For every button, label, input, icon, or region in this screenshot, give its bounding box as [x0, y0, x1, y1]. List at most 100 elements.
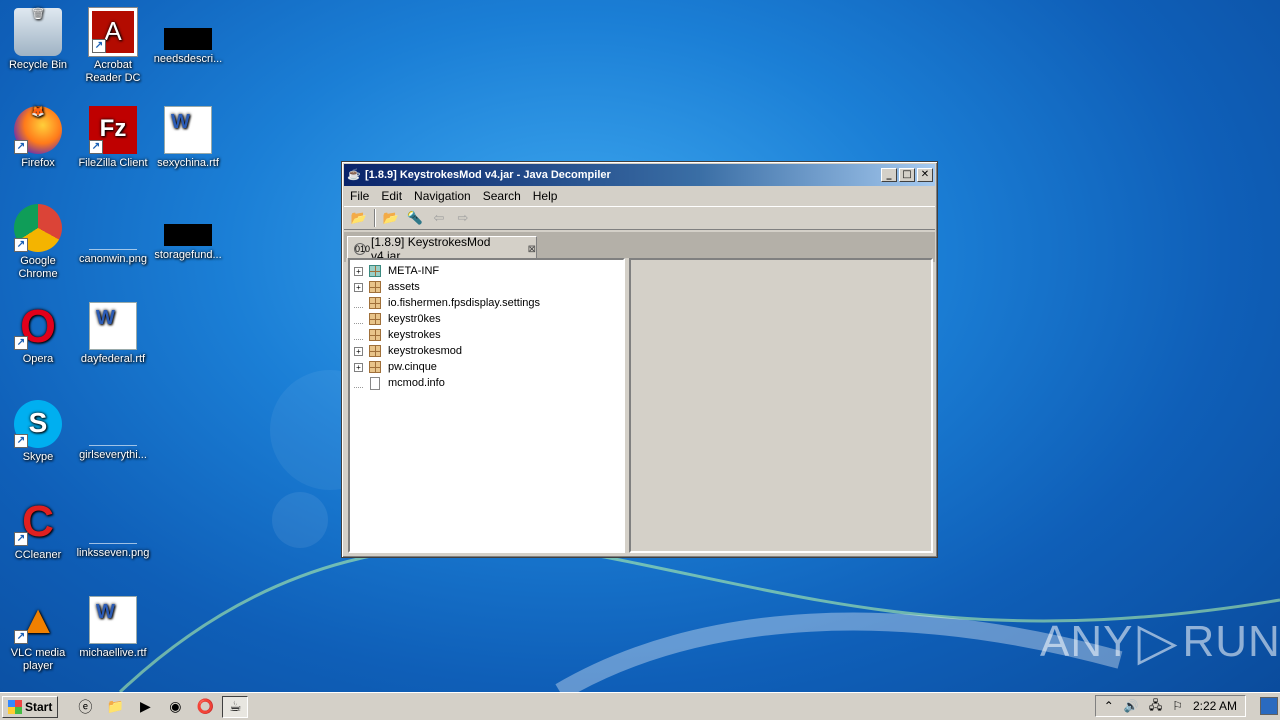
internet-explorer-icon[interactable]: ⓔ	[72, 696, 98, 718]
start-button[interactable]: Start	[2, 695, 59, 718]
package-icon	[369, 361, 381, 373]
desktop-icon-label: Skype	[22, 451, 54, 463]
action-center-flag-icon[interactable]: ⚐	[1172, 699, 1183, 713]
desktop-icon-label: needsdescri...	[153, 53, 223, 65]
taskbar: Start ⓔ 📁 ▶ ◉ ⭕ ☕ ⌃ 🔊 🖧 ⚐ 2:22 AM	[0, 692, 1280, 720]
tree-node-label: keystrokesmod	[388, 345, 462, 357]
tab-close-icon[interactable]: ⊠	[528, 244, 536, 255]
package-tree[interactable]: + META-INF + assets io.fishermen.fpsdisplay.…	[348, 258, 625, 553]
menu-search[interactable]: Search	[477, 187, 527, 205]
desktop-icon-label: dayfederal.rtf	[80, 353, 146, 365]
search-type-icon[interactable]: 🔦	[404, 208, 426, 228]
tree-node[interactable]: mcmod.info	[354, 375, 623, 391]
minimize-button[interactable]: _	[881, 168, 897, 182]
desktop-icon-label: girlseverythi...	[79, 449, 147, 461]
package-icon	[369, 329, 381, 341]
expand-icon[interactable]: +	[354, 266, 363, 276]
maximize-button[interactable]: □	[899, 168, 915, 182]
tree-node[interactable]: + keystrokesmod	[354, 343, 623, 359]
anyrun-watermark: ANY ▷ RUN	[1040, 612, 1280, 672]
file-thumbnail-icon	[164, 28, 212, 50]
tree-node[interactable]: keystrokes	[354, 327, 623, 343]
start-label: Start	[25, 699, 53, 714]
expand-icon[interactable]: +	[354, 362, 363, 372]
image-file-icon	[89, 422, 137, 446]
volume-icon[interactable]: 🔊	[1124, 699, 1139, 713]
coffee-cup-icon: ☕	[347, 169, 361, 181]
desktop-icon[interactable]: ↗ Google Chrome	[0, 204, 76, 281]
image-file-icon	[89, 520, 137, 544]
show-desktop-button[interactable]	[1260, 697, 1278, 715]
tree-node[interactable]: + pw.cinque	[354, 359, 623, 375]
clock[interactable]: 2:22 AM	[1193, 699, 1237, 713]
desktop-icon[interactable]: girlseverythi...	[75, 400, 151, 462]
opera-taskbar-icon[interactable]: ⭕	[192, 696, 218, 718]
desktop-icon-label: Google Chrome	[18, 255, 58, 280]
forward-arrow-icon[interactable]: ⇨	[452, 208, 474, 228]
shortcut-arrow-icon: ↗	[14, 140, 28, 154]
desktop-icon[interactable]: ▲ ↗ VLC media player	[0, 596, 76, 673]
skype-icon: S ↗	[14, 400, 62, 448]
shortcut-arrow-icon: ↗	[89, 140, 103, 154]
windows-logo-icon	[8, 699, 22, 714]
open-file-icon[interactable]: 📂	[348, 208, 370, 228]
tree-node[interactable]: + META-INF	[354, 263, 623, 279]
menu-file[interactable]: File	[344, 187, 375, 205]
java-decompiler-taskbar-icon[interactable]: ☕	[222, 695, 249, 718]
desktop-icon[interactable]: Wsexychina.rtf	[150, 106, 226, 170]
menu-navigation[interactable]: Navigation	[408, 187, 477, 205]
watermark-right: RUN	[1182, 617, 1280, 666]
desktop-icon[interactable]: linksseven.png	[75, 498, 151, 560]
desktop-icon[interactable]: Fz ↗ FileZilla Client	[75, 106, 151, 170]
window-title: [1.8.9] KeystrokesMod v4.jar - Java Deco…	[365, 169, 611, 181]
tree-node-label: keystrokes	[388, 329, 441, 341]
desktop-icon-label: linksseven.png	[76, 547, 150, 559]
menu-edit[interactable]: Edit	[375, 187, 408, 205]
desktop-icon[interactable]: canonwin.png	[75, 204, 151, 266]
desktop-icon[interactable]: S ↗ Skype	[0, 400, 76, 464]
media-player-icon[interactable]: ▶	[132, 696, 158, 718]
tree-node[interactable]: + assets	[354, 279, 623, 295]
desktop-icon[interactable]: Wmichaellive.rtf	[75, 596, 151, 660]
package-icon	[369, 345, 381, 357]
close-button[interactable]: ✕	[917, 168, 933, 182]
tree-connector	[354, 315, 363, 324]
tree-node-label: assets	[388, 281, 420, 293]
desktop-icon-label: VLC media player	[10, 647, 66, 672]
desktop-icon[interactable]: C ↗ CCleaner	[0, 498, 76, 562]
desktop-icon[interactable]: 🗑 Recycle Bin	[0, 8, 76, 72]
file-thumbnail-icon	[164, 224, 212, 246]
content-area: + META-INF + assets io.fishermen.fpsdisplay.…	[346, 258, 933, 553]
menu-bar: File Edit Navigation Search Help	[342, 186, 937, 206]
image-file-icon	[89, 226, 137, 250]
tree-node[interactable]: keystr0kes	[354, 311, 623, 327]
tree-node-label: io.fishermen.fpsdisplay.settings	[388, 297, 541, 309]
tree-node-label: META-INF	[388, 265, 440, 277]
desktop-icon[interactable]: storagefund...	[150, 204, 226, 262]
word-doc-icon: W	[164, 106, 212, 154]
open-type-icon[interactable]: 📂	[380, 208, 402, 228]
file-icon	[370, 376, 380, 390]
desktop-icon[interactable]: 🦊 ↗ Firefox	[0, 106, 76, 170]
back-arrow-icon[interactable]: ⇦	[428, 208, 450, 228]
desktop-icon[interactable]: O ↗ Opera	[0, 302, 76, 366]
package-icon	[369, 265, 381, 277]
tree-connector	[354, 379, 363, 388]
network-icon[interactable]: 🖧	[1149, 696, 1162, 717]
folder-icon[interactable]: 📁	[102, 696, 128, 718]
menu-help[interactable]: Help	[527, 187, 564, 205]
desktop-icon[interactable]: A ↗ Acrobat Reader DC	[75, 7, 151, 85]
package-icon	[369, 313, 381, 325]
desktop-icon-label: Firefox	[21, 157, 55, 169]
expand-icon[interactable]: +	[354, 282, 363, 292]
chrome-taskbar-icon[interactable]: ◉	[162, 696, 188, 718]
firefox-icon: 🦊 ↗	[14, 106, 62, 154]
title-bar[interactable]: ☕ [1.8.9] KeystrokesMod v4.jar - Java De…	[344, 164, 935, 186]
desktop-icon[interactable]: needsdescri...	[150, 8, 226, 66]
desktop-icon[interactable]: Wdayfederal.rtf	[75, 302, 151, 366]
tree-node[interactable]: io.fishermen.fpsdisplay.settings	[354, 295, 623, 311]
tray-expand-icon[interactable]: ⌃	[1104, 699, 1114, 713]
word-doc-icon: W	[89, 302, 137, 350]
ccleaner-icon: C ↗	[14, 498, 62, 546]
expand-icon[interactable]: +	[354, 346, 363, 356]
